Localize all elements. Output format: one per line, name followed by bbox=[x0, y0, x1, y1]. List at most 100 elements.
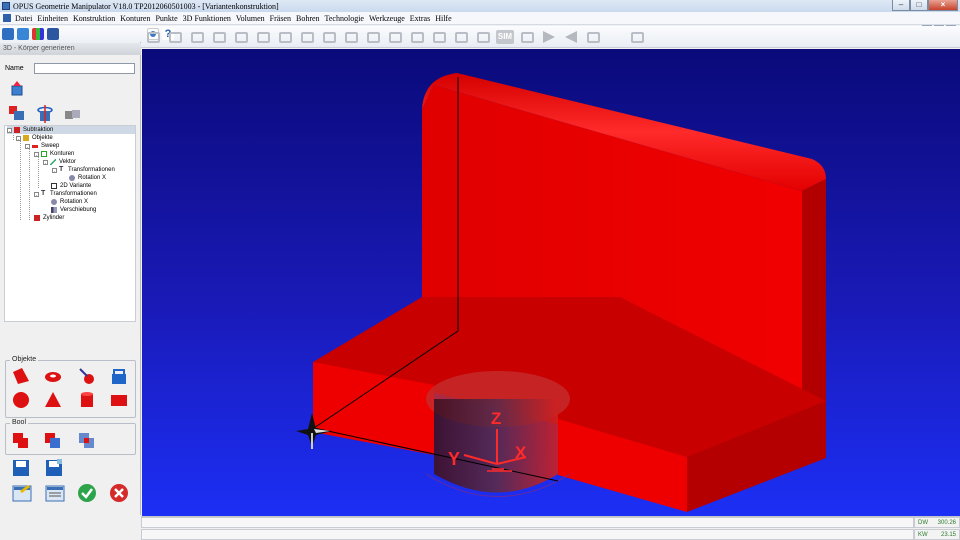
toolbar-tool-12[interactable] bbox=[385, 28, 405, 46]
save-icon[interactable] bbox=[12, 459, 30, 477]
toolbar-tool-6[interactable] bbox=[253, 28, 273, 46]
toolbar-tool-10[interactable] bbox=[341, 28, 361, 46]
menu-punkte[interactable]: Punkte bbox=[155, 14, 177, 23]
properties-icon[interactable] bbox=[47, 28, 59, 40]
toolbar-tool-15[interactable] bbox=[451, 28, 471, 46]
toolbar-tool-18[interactable] bbox=[517, 28, 537, 46]
3d-viewport[interactable]: Z Y X bbox=[142, 49, 960, 516]
title-bar: OPUS Geometrie Manipulator V18.0 TP20120… bbox=[0, 0, 960, 12]
objekte-group: Objekte bbox=[5, 356, 136, 418]
cancel-icon[interactable] bbox=[109, 483, 128, 502]
forward-arrow-icon[interactable] bbox=[539, 28, 559, 46]
tree-node-verschiebung[interactable]: Verschiebung bbox=[51, 206, 96, 214]
collapse-toggle[interactable]: - bbox=[25, 143, 30, 149]
toolbar-tool-14[interactable] bbox=[429, 28, 449, 46]
toolbar-tool-3[interactable] bbox=[187, 28, 207, 46]
maximize-button[interactable]: □ bbox=[910, 0, 928, 11]
toolbar-tool-2[interactable] bbox=[165, 28, 185, 46]
sphere-tool-icon[interactable] bbox=[78, 367, 96, 385]
tree-line bbox=[20, 140, 21, 220]
tree-node-vektor[interactable]: - Vektor bbox=[43, 158, 76, 166]
bool-union-icon[interactable] bbox=[12, 431, 30, 449]
menu-bohren[interactable]: Bohren bbox=[296, 14, 320, 23]
menu-konstruktion[interactable]: Konstruktion bbox=[73, 14, 115, 23]
cylinder-tool-icon[interactable] bbox=[78, 391, 96, 409]
save-as-icon[interactable] bbox=[45, 459, 63, 477]
tree-node-zylinder[interactable]: Zylinder bbox=[34, 214, 64, 222]
edit-document-icon[interactable] bbox=[12, 483, 32, 502]
tree-node-transformationen-2[interactable]: - T Transformationen bbox=[34, 190, 97, 198]
toolbar-tool-13[interactable] bbox=[407, 28, 427, 46]
ok-icon[interactable] bbox=[77, 483, 96, 502]
status-field-top bbox=[141, 517, 914, 528]
sim-button[interactable]: SIM bbox=[495, 28, 515, 46]
menu-werkzeuge[interactable]: Werkzeuge bbox=[369, 14, 405, 23]
toolbar-tool-7[interactable] bbox=[275, 28, 295, 46]
menu-hilfe[interactable]: Hilfe bbox=[435, 14, 451, 23]
list-view-icon[interactable] bbox=[17, 28, 29, 40]
toolbar-tool-22[interactable] bbox=[627, 28, 647, 46]
union-tool-icon[interactable] bbox=[64, 108, 80, 124]
tree-node-rotation-x-2[interactable]: Rotation X bbox=[51, 198, 88, 206]
tree-node-label: Rotation X bbox=[78, 175, 107, 181]
tree-node-label: Transformationen bbox=[50, 191, 97, 197]
toolbar-tool-4[interactable] bbox=[209, 28, 229, 46]
tree-node-objekte[interactable]: - Objekte bbox=[16, 134, 53, 142]
collapse-toggle[interactable]: - bbox=[52, 167, 57, 173]
collapse-toggle[interactable]: - bbox=[43, 159, 48, 165]
toolbar-tool-16[interactable] bbox=[473, 28, 493, 46]
toolbar-tool-11[interactable] bbox=[363, 28, 383, 46]
cone-icon[interactable] bbox=[44, 391, 62, 409]
axis-z-label: Z bbox=[491, 409, 502, 428]
construction-tree[interactable]: - Subtraktion - Objekte - Sweep - Konturen -… bbox=[4, 125, 136, 322]
document-list-icon[interactable] bbox=[45, 483, 65, 502]
collapse-toggle[interactable]: - bbox=[7, 127, 12, 133]
close-button[interactable]: × bbox=[928, 0, 958, 11]
tree-node-transformationen[interactable]: - T Transformationen bbox=[52, 166, 115, 174]
toolbar-tool-21[interactable] bbox=[583, 28, 603, 46]
tree-node-konturen[interactable]: - Konturen bbox=[34, 150, 74, 158]
bool-subtract-icon[interactable] bbox=[44, 431, 62, 449]
sphere-icon[interactable] bbox=[12, 391, 30, 409]
dw-label: DW bbox=[918, 520, 928, 526]
name-input[interactable] bbox=[34, 63, 135, 74]
tree-view-icon[interactable] bbox=[2, 28, 14, 40]
menu-datei[interactable]: Datei bbox=[15, 14, 32, 23]
back-arrow-icon[interactable] bbox=[561, 28, 581, 46]
torus-icon[interactable] bbox=[44, 367, 62, 385]
tree-node-rotation-x[interactable]: Rotation X bbox=[69, 174, 106, 182]
rotate-tool-icon[interactable] bbox=[36, 105, 53, 123]
toolbar-tool-1[interactable] bbox=[143, 28, 163, 46]
tree-line bbox=[38, 156, 39, 188]
document-icon[interactable] bbox=[3, 14, 11, 22]
subtract-tool-icon[interactable] bbox=[8, 105, 24, 121]
toolbar-disabled-group: SIM bbox=[143, 28, 647, 46]
color-icon[interactable] bbox=[32, 28, 44, 40]
menu-extras[interactable]: Extras bbox=[410, 14, 430, 23]
box-icon[interactable] bbox=[110, 391, 128, 409]
collapse-toggle[interactable]: - bbox=[34, 191, 39, 197]
axis-x-label: X bbox=[515, 443, 527, 462]
tree-node-2d-variante[interactable]: 2D Variante bbox=[51, 182, 91, 190]
tree-node-subtraktion[interactable]: - Subtraktion bbox=[7, 126, 135, 134]
menu-volumen[interactable]: Volumen bbox=[236, 14, 265, 23]
collapse-toggle[interactable]: - bbox=[34, 151, 39, 157]
name-label: Name bbox=[5, 65, 24, 72]
toolbar-tool-9[interactable] bbox=[319, 28, 339, 46]
status-dw: DW 300.26 bbox=[914, 517, 960, 528]
menu-technologie[interactable]: Technologie bbox=[325, 14, 364, 23]
wedge-icon[interactable] bbox=[12, 367, 30, 385]
minimize-button[interactable]: – bbox=[892, 0, 910, 11]
tree-node-sweep[interactable]: - Sweep bbox=[25, 142, 59, 150]
panel-header: 3D - Körper generieren bbox=[0, 43, 141, 55]
bool-intersect-icon[interactable] bbox=[78, 431, 96, 449]
collapse-toggle[interactable]: - bbox=[16, 135, 21, 141]
menu-konturen[interactable]: Konturen bbox=[120, 14, 150, 23]
bucket-icon[interactable] bbox=[9, 80, 25, 96]
toolbar-tool-8[interactable] bbox=[297, 28, 317, 46]
menu-einheiten[interactable]: Einheiten bbox=[37, 14, 68, 23]
menu-3d-funktionen[interactable]: 3D Funktionen bbox=[183, 14, 231, 23]
bucket-tool-icon[interactable] bbox=[110, 367, 128, 385]
menu-fraesen[interactable]: Fräsen bbox=[270, 14, 291, 23]
toolbar-tool-5[interactable] bbox=[231, 28, 251, 46]
